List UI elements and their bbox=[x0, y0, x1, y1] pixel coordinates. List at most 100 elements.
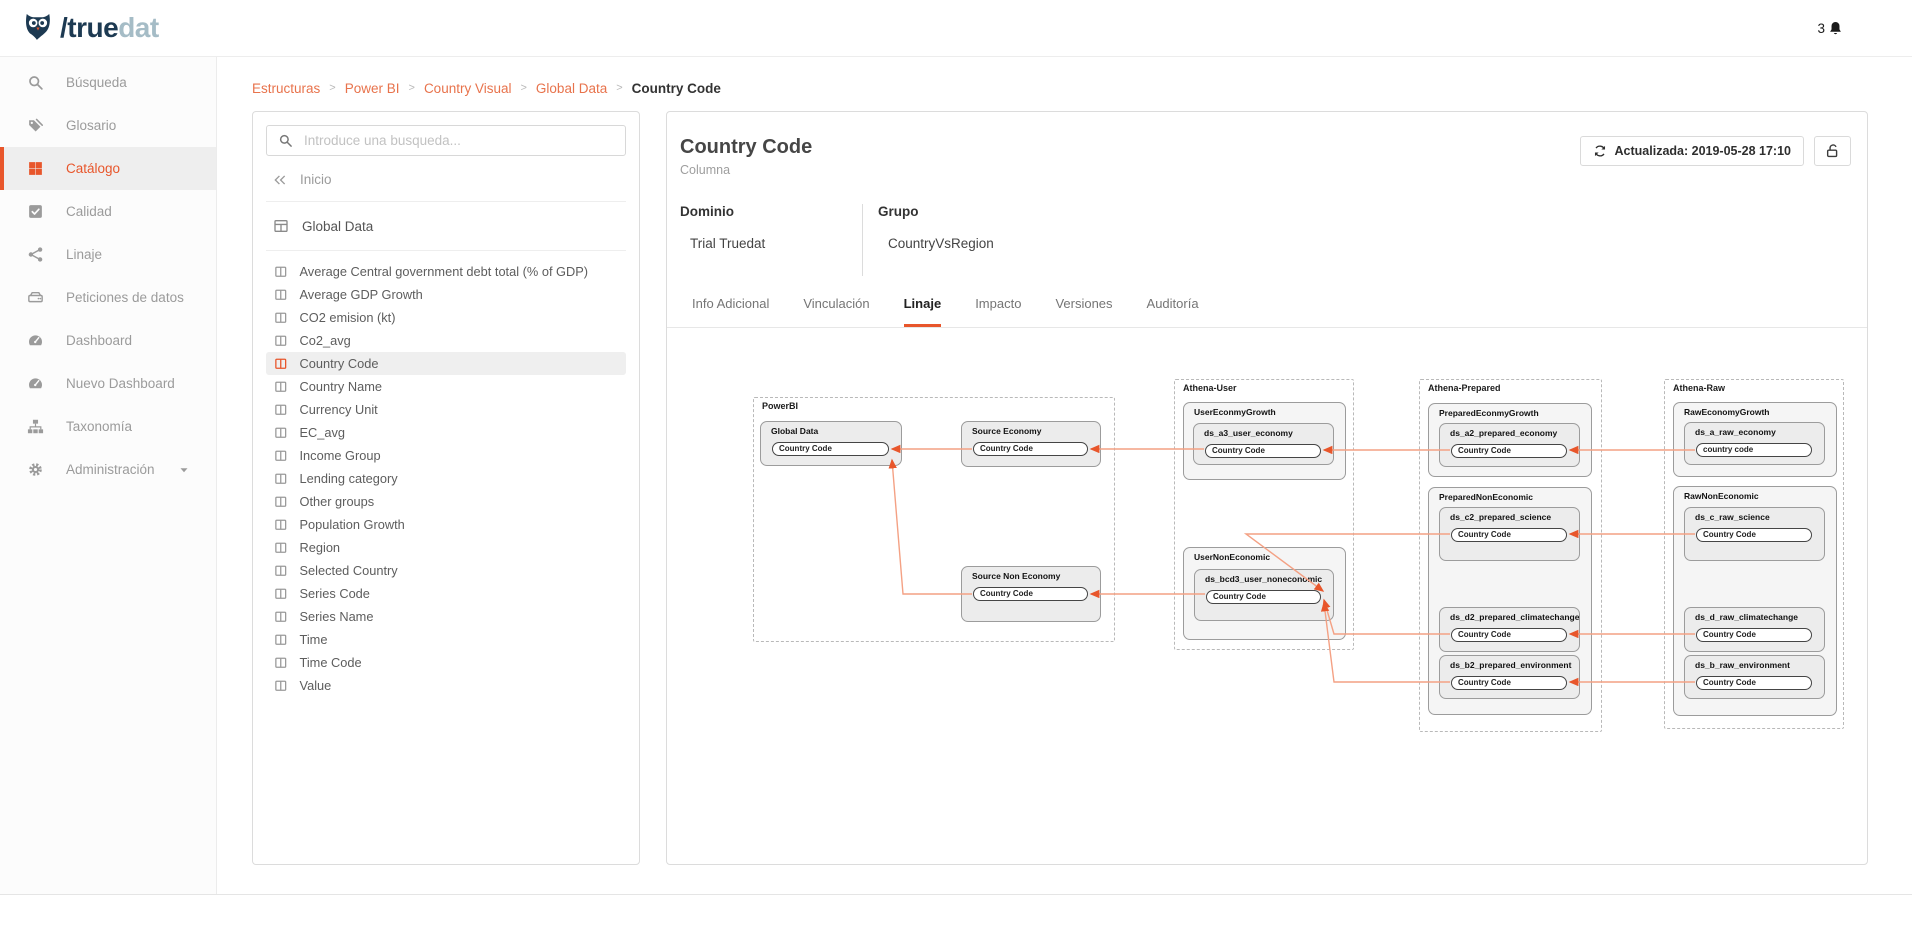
list-item[interactable]: CO2 emision (kt) bbox=[266, 306, 626, 329]
columns-icon bbox=[274, 449, 288, 463]
list-item-label: Series Code bbox=[300, 586, 370, 601]
sidebar-item-administracion[interactable]: Administración bbox=[0, 448, 216, 491]
tab-versiones[interactable]: Versiones bbox=[1055, 296, 1112, 327]
lock-button[interactable] bbox=[1814, 136, 1851, 166]
columns-icon bbox=[274, 311, 288, 325]
list-item[interactable]: Population Growth bbox=[266, 513, 626, 536]
list-item-label: Country Name bbox=[300, 379, 383, 394]
lineage-column-pill[interactable]: Country Code bbox=[1205, 444, 1321, 458]
lineage-subgroup-title: RawEconomyGrowth bbox=[1674, 403, 1836, 417]
top-bar: /truedat 3 bbox=[0, 0, 1912, 57]
app-logo[interactable]: /truedat bbox=[20, 10, 159, 46]
sidebar-item-busqueda[interactable]: Búsqueda bbox=[0, 61, 216, 104]
field-label-dominio: Dominio bbox=[680, 204, 862, 219]
list-item[interactable]: Lending category bbox=[266, 467, 626, 490]
lineage-subgroup-title: UserNonEconomic bbox=[1184, 548, 1345, 562]
field-value-dominio: Trial Truedat bbox=[690, 236, 862, 251]
lineage-table-node[interactable]: Source Non Economy Country Code bbox=[961, 566, 1101, 622]
tab-auditoria[interactable]: Auditoría bbox=[1147, 296, 1199, 327]
list-item[interactable]: Income Group bbox=[266, 444, 626, 467]
lineage-column-pill[interactable]: Country Code bbox=[1451, 444, 1567, 458]
lineage-column-pill[interactable]: Country Code bbox=[1451, 528, 1567, 542]
list-item-label: Selected Country bbox=[300, 563, 398, 578]
lineage-column-pill[interactable]: Country Code bbox=[973, 442, 1088, 456]
lineage-table-node[interactable]: ds_bcd3_user_noneconomicCountry Code bbox=[1194, 569, 1334, 621]
columns-icon bbox=[274, 380, 288, 394]
lineage-group-label: Athena-User bbox=[1183, 383, 1237, 393]
lineage-table-node[interactable]: ds_a2_prepared_economy Country Code bbox=[1439, 423, 1580, 467]
updated-button[interactable]: Actualizada: 2019-05-28 17:10 bbox=[1580, 136, 1804, 166]
breadcrumb-link[interactable]: Global Data bbox=[536, 81, 607, 96]
back-to-home[interactable]: Inicio bbox=[266, 156, 626, 202]
list-item[interactable]: Country Name bbox=[266, 375, 626, 398]
gauge-icon bbox=[27, 375, 44, 392]
sidebar-item-peticiones-de-datos[interactable]: Peticiones de datos bbox=[0, 276, 216, 319]
lineage-column-pill[interactable]: Country Code bbox=[973, 587, 1088, 601]
lineage-table-title: ds_a2_prepared_economy bbox=[1440, 424, 1579, 438]
metadata-fields: Dominio Trial Truedat Grupo CountryVsReg… bbox=[680, 204, 1867, 276]
lineage-column-pill[interactable]: Country Code bbox=[1696, 628, 1812, 642]
sidebar-item-label: Calidad bbox=[66, 204, 112, 219]
notifications-button[interactable]: 3 bbox=[1817, 20, 1844, 37]
sidebar-item-calidad[interactable]: Calidad bbox=[0, 190, 216, 233]
lineage-table-node[interactable]: Source EconomyCountry Code bbox=[961, 421, 1101, 467]
list-item[interactable]: Co2_avg bbox=[266, 329, 626, 352]
lineage-column-pill[interactable]: country code bbox=[1696, 443, 1812, 457]
search-input[interactable] bbox=[302, 132, 614, 149]
lineage-table-node[interactable]: ds_b2_prepared_environmentCountry Code bbox=[1439, 655, 1580, 699]
list-item[interactable]: Country Code bbox=[266, 352, 626, 375]
columns-icon bbox=[274, 541, 288, 555]
parent-structure-label: Global Data bbox=[302, 219, 373, 234]
sidebar-item-nuevo-dashboard[interactable]: Nuevo Dashboard bbox=[0, 362, 216, 405]
lineage-table-node[interactable]: ds_c_raw_scienceCountry Code bbox=[1684, 507, 1825, 561]
list-item[interactable]: Average GDP Growth bbox=[266, 283, 626, 306]
lineage-column-pill[interactable]: Country Code bbox=[1696, 676, 1812, 690]
lineage-table-node[interactable]: ds_b_raw_environmentCountry Code bbox=[1684, 655, 1825, 699]
list-item[interactable]: Time bbox=[266, 628, 626, 651]
tab-impacto[interactable]: Impacto bbox=[975, 296, 1021, 327]
tab-linaje[interactable]: Linaje bbox=[904, 296, 942, 327]
lineage-column-pill[interactable]: Country Code bbox=[1206, 590, 1321, 604]
list-item[interactable]: EC_avg bbox=[266, 421, 626, 444]
list-item-label: Country Code bbox=[300, 356, 379, 371]
breadcrumb-link[interactable]: Country Visual bbox=[424, 81, 512, 96]
tags-icon bbox=[27, 117, 44, 134]
structure-browser-panel: Inicio Global Data Average Central gover… bbox=[252, 111, 640, 865]
tab-vinculacion[interactable]: Vinculación bbox=[803, 296, 869, 327]
breadcrumb-separator: > bbox=[329, 82, 335, 94]
lineage-table-node[interactable]: ds_d2_prepared_climatechangeCountry Code bbox=[1439, 607, 1580, 652]
list-item[interactable]: Average Central government debt total (%… bbox=[266, 260, 626, 283]
sidebar-item-glosario[interactable]: Glosario bbox=[0, 104, 216, 147]
tab-info-adicional[interactable]: Info Adicional bbox=[692, 296, 769, 327]
list-item[interactable]: Selected Country bbox=[266, 559, 626, 582]
sidebar-item-catalogo[interactable]: Catálogo bbox=[0, 147, 216, 190]
lineage-table-node[interactable]: ds_c2_prepared_science Country Code bbox=[1439, 507, 1580, 561]
lineage-table-title: Source Non Economy bbox=[962, 567, 1100, 581]
lineage-column-pill[interactable]: Country Code bbox=[1696, 528, 1812, 542]
lineage-column-pill[interactable]: Country Code bbox=[1451, 628, 1567, 642]
sidebar-item-linaje[interactable]: Linaje bbox=[0, 233, 216, 276]
lineage-table-node[interactable]: ds_a3_user_economyCountry Code bbox=[1193, 423, 1334, 465]
breadcrumb-link[interactable]: Power BI bbox=[345, 81, 400, 96]
notification-count: 3 bbox=[1817, 21, 1825, 36]
lineage-column-pill[interactable]: Country Code bbox=[1451, 676, 1567, 690]
list-item[interactable]: Currency Unit bbox=[266, 398, 626, 421]
parent-structure-item[interactable]: Global Data bbox=[266, 202, 626, 251]
list-item[interactable]: Series Name bbox=[266, 605, 626, 628]
lineage-column-pill[interactable]: Country Code bbox=[772, 442, 889, 456]
list-item[interactable]: Other groups bbox=[266, 490, 626, 513]
breadcrumb-link[interactable]: Estructuras bbox=[252, 81, 320, 96]
lineage-table-node[interactable]: Global DataCountry Code bbox=[760, 421, 902, 466]
list-item[interactable]: Region bbox=[266, 536, 626, 559]
sidebar-item-label: Taxonomía bbox=[66, 419, 132, 434]
sidebar-item-taxonomia[interactable]: Taxonomía bbox=[0, 405, 216, 448]
sidebar-item-dashboard[interactable]: Dashboard bbox=[0, 319, 216, 362]
lineage-table-title: ds_c2_prepared_science bbox=[1440, 508, 1579, 522]
list-item[interactable]: Series Code bbox=[266, 582, 626, 605]
lineage-table-node[interactable]: ds_a_raw_economycountry code bbox=[1684, 422, 1825, 465]
lineage-table-node[interactable]: ds_d_raw_climatechangeCountry Code bbox=[1684, 607, 1825, 652]
sidebar-item-label: Glosario bbox=[66, 118, 116, 133]
list-item[interactable]: Time Code bbox=[266, 651, 626, 674]
columns-icon bbox=[274, 587, 288, 601]
list-item[interactable]: Value bbox=[266, 674, 626, 697]
